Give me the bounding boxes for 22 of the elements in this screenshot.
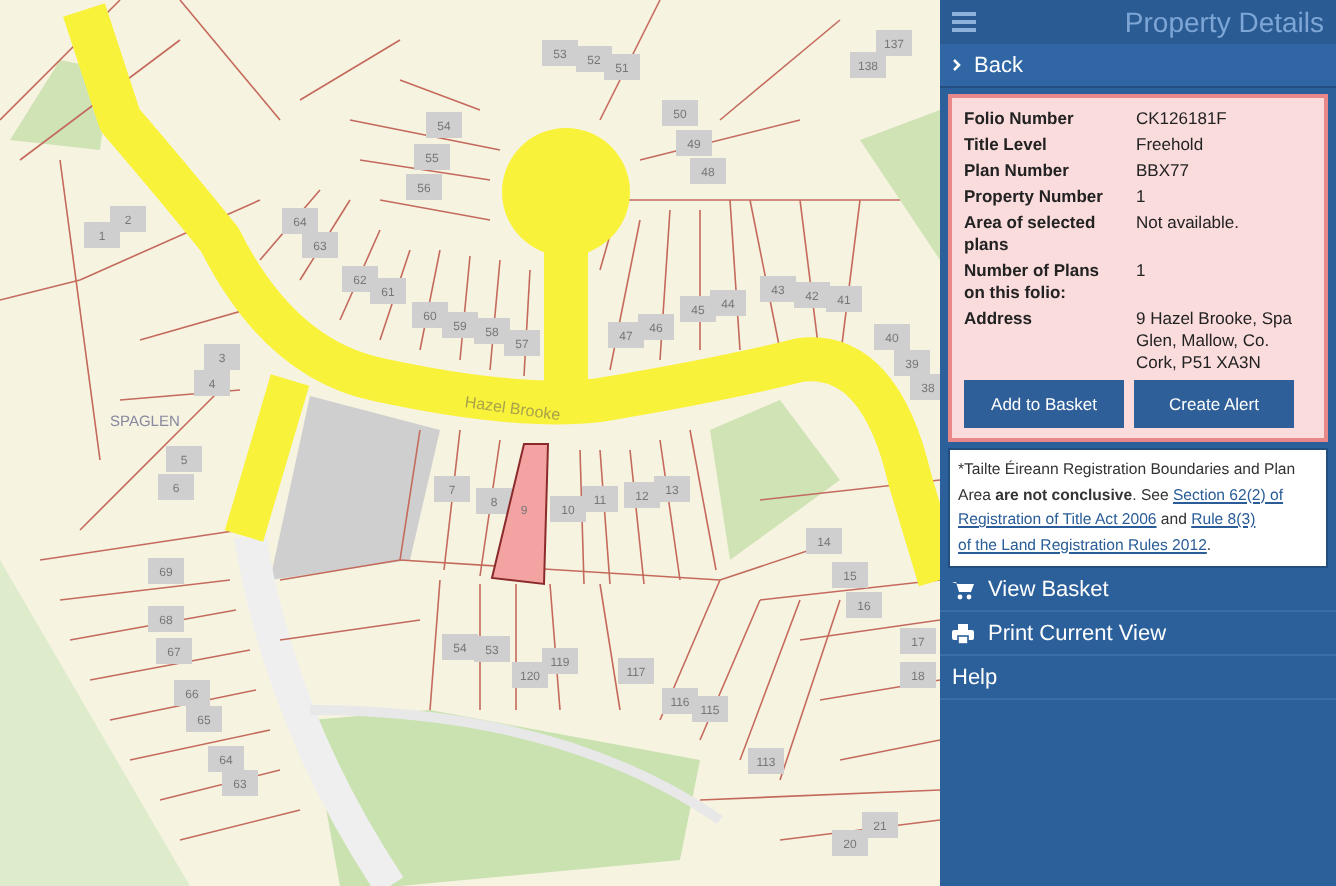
- field-value: Freehold: [1136, 134, 1206, 156]
- field-value: Not available.: [1136, 212, 1242, 236]
- field-value: 1: [1136, 260, 1148, 284]
- panel-title: Property Details: [1124, 6, 1324, 38]
- field-value: 9 Hazel Brooke, Spa Glen, Mallow, Co. Cork, P51 XA3N: [1136, 308, 1294, 374]
- field-label: Address: [964, 308, 1035, 332]
- field-value: BBX77: [1136, 160, 1191, 182]
- menu-item[interactable]: Print Current View: [940, 612, 1336, 656]
- menu-item[interactable]: View Basket: [940, 568, 1336, 612]
- field-label: Title Level: [964, 134, 1049, 156]
- field-label: Number of Plans on this folio:: [964, 260, 1102, 304]
- back-button[interactable]: Back: [940, 44, 1336, 88]
- action-button[interactable]: Create Alert: [1134, 380, 1294, 428]
- field-label: Folio Number: [964, 108, 1076, 130]
- action-button[interactable]: Add to Basket: [964, 380, 1124, 428]
- menu-item[interactable]: Help: [940, 656, 1336, 700]
- field-label: Area of selected plans: [964, 212, 1098, 256]
- field-value: 1: [1136, 186, 1148, 208]
- field-label: Plan Number: [964, 160, 1071, 182]
- field-value: CK126181F: [1136, 108, 1229, 130]
- street-label: Hazel Brooke: [463, 393, 562, 425]
- field-label: Property Number: [964, 186, 1105, 208]
